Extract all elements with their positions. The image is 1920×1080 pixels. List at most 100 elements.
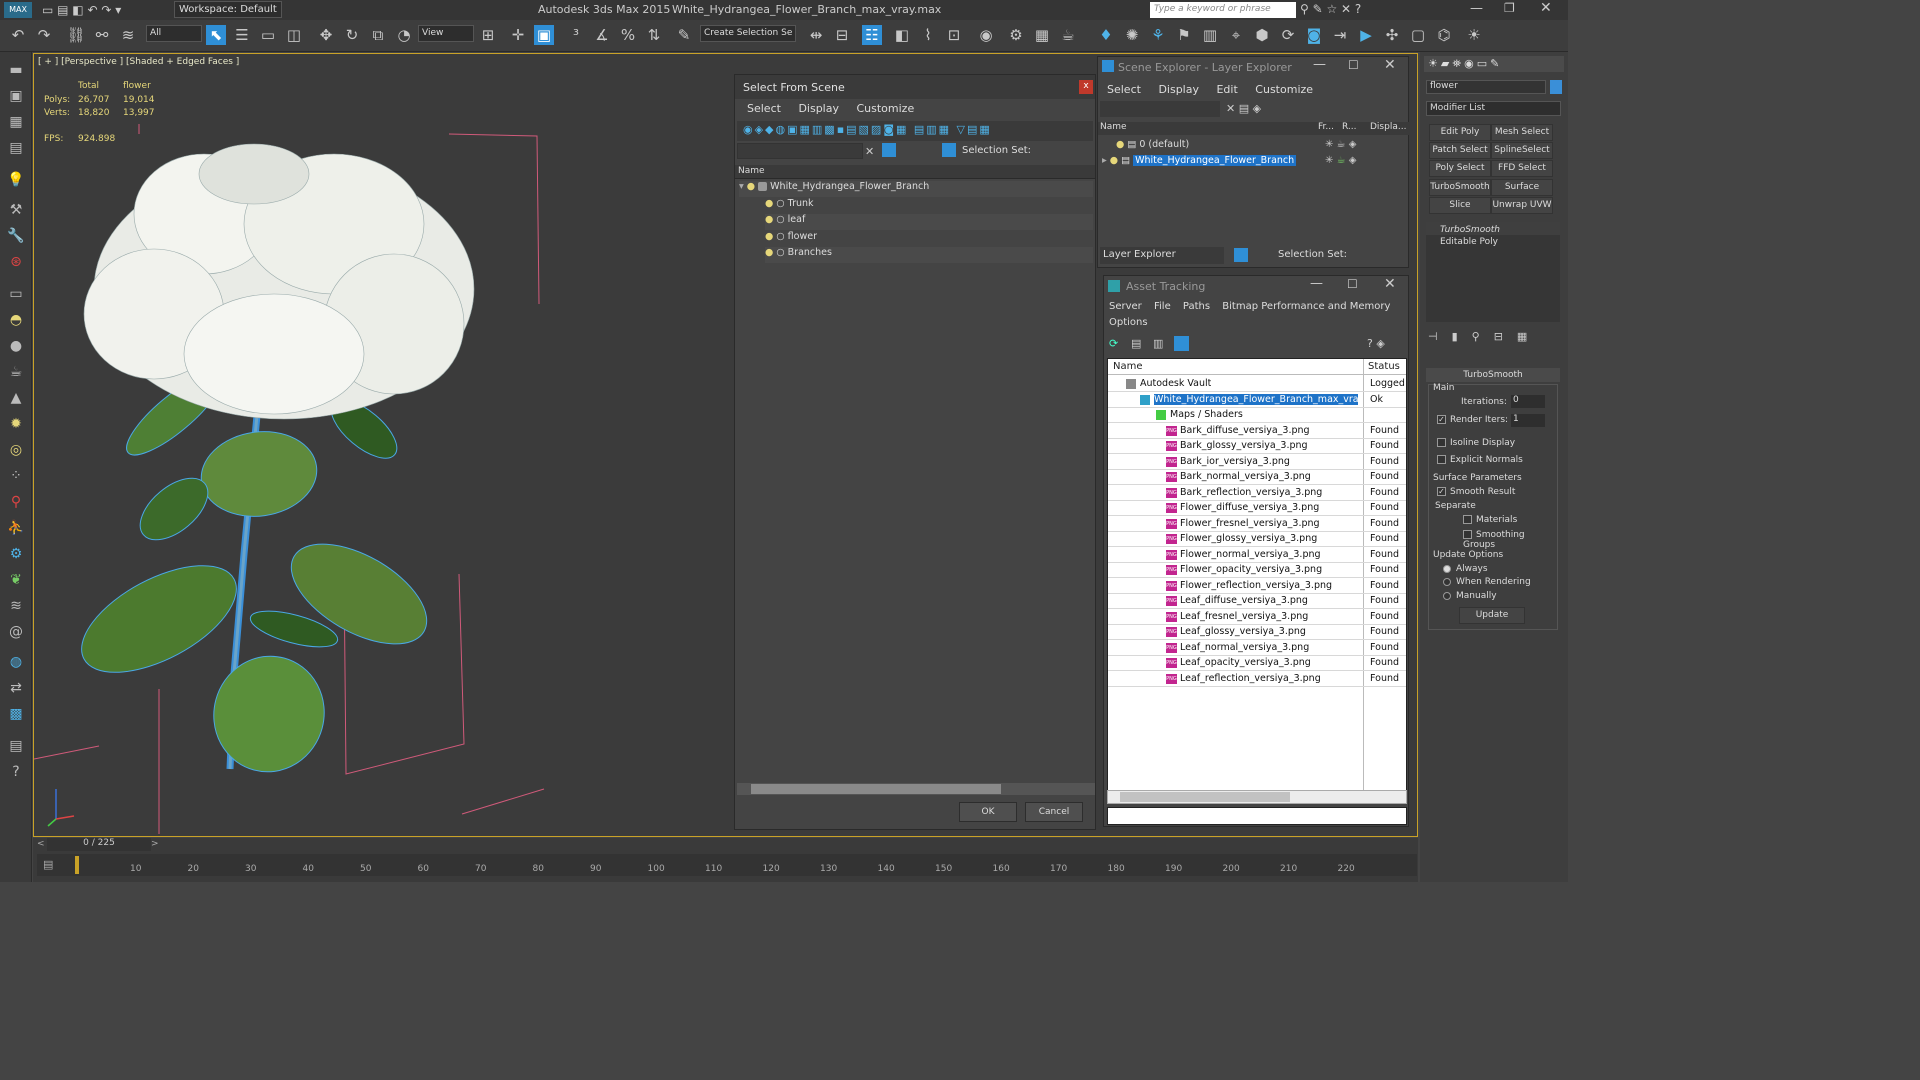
vray-sun-icon[interactable]: ✺: [1122, 25, 1142, 45]
grid-icon[interactable]: ▦: [6, 112, 26, 132]
asset-row-map[interactable]: PNG Bark_diffuse_versiya_3.png Found: [1108, 424, 1406, 439]
asset-row-map[interactable]: PNG Leaf_reflection_versiya_3.png Found: [1108, 672, 1406, 687]
vray-light-icon[interactable]: ♦: [1096, 25, 1116, 45]
asset-row-map[interactable]: PNG Leaf_normal_versiya_3.png Found: [1108, 641, 1406, 656]
particle-icon[interactable]: ⁘: [6, 466, 26, 486]
vray-proxy-icon[interactable]: ⚑: [1174, 25, 1194, 45]
snail-icon[interactable]: @: [6, 622, 26, 642]
help-icon[interactable]: ?: [6, 762, 26, 782]
asset-path-field[interactable]: [1107, 807, 1407, 825]
menu-bitmap-performance[interactable]: Bitmap Performance and Memory: [1222, 301, 1390, 312]
menu-file[interactable]: File: [1154, 301, 1171, 312]
vray-plane-icon[interactable]: ▥: [1200, 25, 1220, 45]
column-name[interactable]: Name: [735, 165, 1095, 179]
material-editor-icon[interactable]: ◉: [976, 25, 996, 45]
detail-view-icon[interactable]: ▥: [1153, 337, 1163, 350]
scene-explorer-icon[interactable]: ☷: [862, 25, 882, 45]
cube-icon[interactable]: ▩: [6, 704, 26, 724]
asset-hscrollbar[interactable]: [1107, 790, 1407, 804]
vray-export-icon[interactable]: ⇥: [1330, 25, 1350, 45]
quick-access-icons[interactable]: ▭ ▤ ◧ ↶ ↷ ▾: [42, 3, 121, 17]
undo-icon[interactable]: ↶: [8, 25, 28, 45]
edit-poly-button[interactable]: Edit Poly: [1429, 124, 1491, 141]
gizmo-icon[interactable]: ⊛: [6, 252, 26, 272]
minimize-icon[interactable]: —: [1313, 57, 1326, 72]
tree-row-leaf[interactable]: ● ○ leaf: [765, 214, 1093, 230]
poly-select-button[interactable]: Poly Select: [1429, 160, 1491, 177]
scene-explorer-find-input[interactable]: [1100, 101, 1220, 117]
always-radio[interactable]: Always: [1443, 564, 1488, 574]
find-input[interactable]: [737, 143, 863, 159]
render-iters-spinner[interactable]: 1: [1511, 414, 1545, 427]
layer-flags-default[interactable]: ✳ ☕ ◈: [1325, 139, 1356, 150]
when-rendering-radio[interactable]: When Rendering: [1443, 577, 1531, 587]
gear-icon[interactable]: ⚙: [6, 544, 26, 564]
dome-icon[interactable]: ◓: [6, 310, 26, 330]
filter-icon[interactable]: [882, 143, 896, 157]
minimize-icon[interactable]: —: [1470, 1, 1483, 16]
clear-icon[interactable]: ✕ ▤ ◈: [1226, 102, 1261, 115]
sun-icon[interactable]: ✹: [6, 414, 26, 434]
redo-icon[interactable]: ↷: [34, 25, 54, 45]
maximize-icon[interactable]: ☐: [1348, 58, 1359, 72]
menu-customize[interactable]: Customize: [856, 102, 914, 115]
asset-row-map[interactable]: PNG Flower_fresnel_versiya_3.png Found: [1108, 517, 1406, 532]
render-setup-icon[interactable]: ⚙: [1006, 25, 1026, 45]
place-icon[interactable]: ◔: [394, 25, 414, 45]
unlink-icon[interactable]: ⚯: [92, 25, 112, 45]
vray-ipr-icon[interactable]: ▶: [1356, 25, 1376, 45]
asset-row-map[interactable]: PNG Leaf_fresnel_versiya_3.png Found: [1108, 610, 1406, 625]
asset-row-map[interactable]: PNG Bark_reflection_versiya_3.png Found: [1108, 486, 1406, 501]
close-icon[interactable]: x: [1079, 80, 1093, 94]
cone-icon[interactable]: ▲: [6, 388, 26, 408]
link-chain-icon[interactable]: ⚲: [6, 492, 26, 512]
array-icon[interactable]: ▤: [6, 138, 26, 158]
light-bulb-icon[interactable]: 💡: [6, 170, 26, 190]
selection-filter-dropdown[interactable]: All: [146, 25, 202, 42]
layer-sort-icon[interactable]: [1234, 248, 1248, 262]
stack-tools-icons[interactable]: ⊣▮⚲⊟▦: [1428, 330, 1541, 343]
vray-mesh-icon[interactable]: ⬢: [1252, 25, 1272, 45]
patch-select-button[interactable]: Patch Select: [1429, 142, 1491, 159]
asset-row-map[interactable]: PNG Flower_diffuse_versiya_3.png Found: [1108, 501, 1406, 516]
hydrangea-model[interactable]: [34, 54, 734, 838]
rendered-frame-icon[interactable]: ▦: [1032, 25, 1052, 45]
vray-dome-icon[interactable]: ☀: [1464, 25, 1484, 45]
col-render[interactable]: R...: [1342, 122, 1357, 132]
angle-snap-icon[interactable]: ∡: [592, 25, 612, 45]
select-by-name-icon[interactable]: ☰: [232, 25, 252, 45]
asset-row-map[interactable]: PNG Bark_ior_versiya_3.png Found: [1108, 455, 1406, 470]
menu-customize[interactable]: Customize: [1255, 83, 1313, 96]
layer-row-hydrangea[interactable]: ▸ ● ▤ White_Hydrangea_Flower_Branch: [1102, 155, 1312, 171]
search-input[interactable]: Type a keyword or phrase: [1150, 2, 1296, 18]
modifier-list-dropdown[interactable]: Modifier List: [1426, 101, 1561, 116]
smoothing-groups-checkbox[interactable]: Smoothing Groups: [1463, 530, 1557, 550]
horizontal-scrollbar[interactable]: [737, 783, 1095, 795]
next-frame-icon[interactable]: >: [151, 839, 159, 849]
script-icon[interactable]: ▤: [6, 736, 26, 756]
render-iters-row[interactable]: ✓ Render Iters:: [1437, 415, 1508, 425]
menu-paths[interactable]: Paths: [1183, 301, 1210, 312]
col-name[interactable]: Name: [1100, 122, 1127, 132]
layer-explorer-icon[interactable]: ◧: [892, 25, 912, 45]
object-name-input[interactable]: flower: [1426, 80, 1546, 94]
close-icon[interactable]: ✕: [1384, 57, 1396, 73]
explicit-normals-checkbox[interactable]: Explicit Normals: [1437, 455, 1523, 465]
object-color-swatch[interactable]: [1550, 80, 1562, 94]
ok-button[interactable]: OK: [959, 802, 1017, 822]
figure-icon[interactable]: ⛹: [6, 518, 26, 538]
mesh-select-button[interactable]: Mesh Select: [1491, 124, 1553, 141]
sphere-icon[interactable]: ●: [6, 336, 26, 356]
move-icon[interactable]: ✥: [316, 25, 336, 45]
asset-row-map[interactable]: PNG Flower_reflection_versiya_3.png Found: [1108, 579, 1406, 594]
explorer-type-dropdown[interactable]: Layer Explorer: [1100, 247, 1224, 264]
manipulate-icon[interactable]: ✛: [508, 25, 528, 45]
selection-set-icon[interactable]: [942, 143, 956, 157]
wrench-icon[interactable]: 🔧: [6, 226, 26, 246]
refresh-icon[interactable]: ⟳: [1109, 337, 1118, 350]
update-button[interactable]: Update: [1459, 607, 1525, 624]
asset-row-vault[interactable]: Autodesk Vault Logged: [1108, 377, 1406, 392]
app-logo-icon[interactable]: MAX: [4, 2, 32, 18]
keyboard-shortcut-icon[interactable]: ▣: [534, 25, 554, 45]
tree-row-branches[interactable]: ● ○ Branches: [765, 247, 1093, 263]
